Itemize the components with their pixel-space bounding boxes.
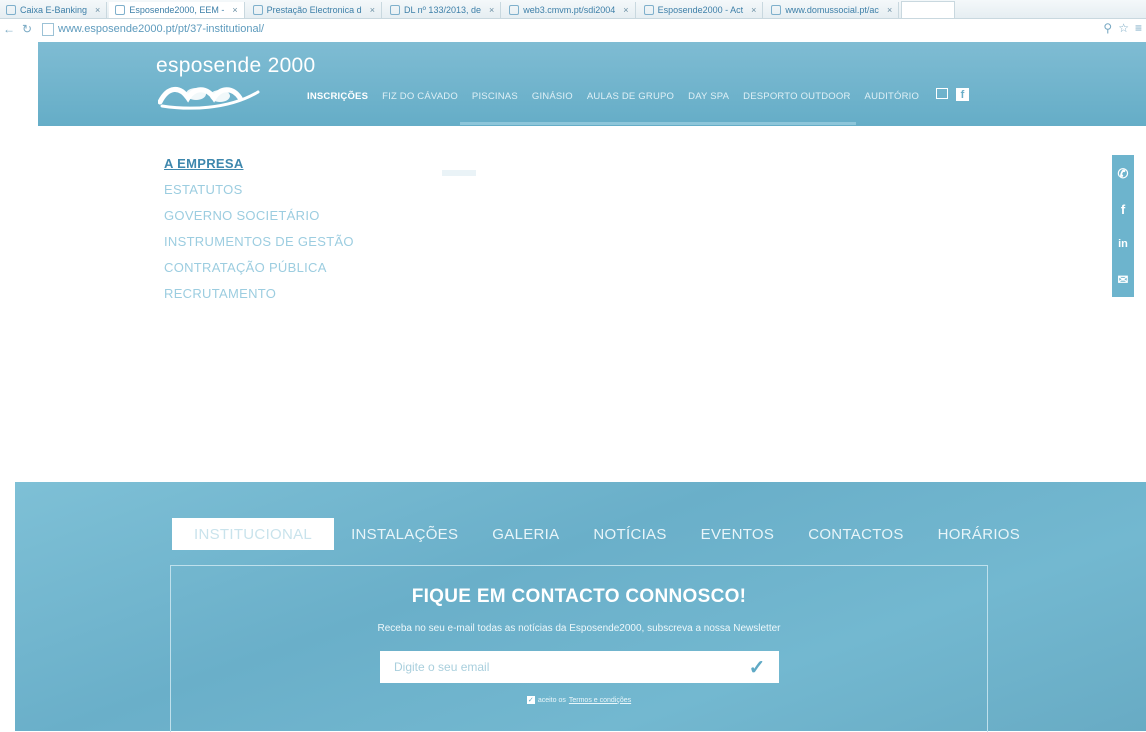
footer-tab[interactable]: NOTÍCIAS (576, 518, 683, 550)
main-nav: INSCRIÇÕES FIZ DO CÁVADO PISCINAS GINÁSIO AU… (300, 91, 926, 102)
close-icon[interactable]: × (232, 5, 237, 15)
favicon-icon (6, 5, 16, 15)
nav-item[interactable]: INSCRIÇÕES (300, 91, 375, 102)
browser-tab-label: web3.cmvm.pt/sdi2004 (523, 5, 616, 15)
menu-icon[interactable]: ≡ (1135, 21, 1142, 35)
nav-item[interactable]: PISCINAS (465, 91, 525, 102)
nav-item[interactable]: AULAS DE GRUPO (580, 91, 681, 102)
browser-tab-label: DL nº 133/2013, de (403, 5, 481, 15)
close-icon[interactable]: × (751, 5, 756, 15)
address-bar: ← ↻ www.esposende2000.pt/pt/37-instituti… (0, 19, 1146, 39)
footer-tab[interactable]: INSTITUCIONAL (172, 518, 335, 550)
nav-item[interactable]: GINÁSIO (525, 91, 580, 102)
submenu-item[interactable]: CONTRATAÇÃO PÚBLICA (164, 260, 354, 275)
browser-tab[interactable]: Prestação Electronica d × (247, 2, 382, 18)
browser-tab[interactable]: Esposende2000, EEM - × (109, 2, 245, 18)
newsletter-subtitle: Receba no seu e-mail todas as notícias d… (377, 623, 781, 634)
browser-tab-strip: Caixa E-Banking × Esposende2000, EEM - × Pre… (0, 0, 1146, 19)
favicon-icon (389, 5, 400, 15)
newsletter-box: FIQUE EM CONTACTO CONNOSCO! Receba no se… (170, 565, 988, 732)
site-logo-text[interactable]: esposende 2000 (156, 54, 316, 78)
browser-tab[interactable]: Caixa E-Banking × (0, 2, 108, 18)
favicon-icon (771, 5, 782, 15)
reload-icon[interactable]: ↻ (18, 22, 36, 36)
email-icon[interactable] (936, 88, 948, 99)
bookmark-star-icon[interactable]: ☆ (1118, 21, 1129, 35)
linkedin-icon[interactable]: in (1118, 238, 1128, 250)
submenu-item[interactable]: GOVERNO SOCIETÁRIO (164, 208, 354, 223)
site-header: esposende 2000 INSCRIÇÕES FIZ DO CÁVADO PI… (38, 42, 1146, 126)
header-divider (460, 122, 856, 125)
nav-item[interactable]: FIZ DO CÁVADO (375, 91, 465, 102)
favicon-icon (509, 5, 520, 15)
submenu-item[interactable]: RECRUTAMENTO (164, 286, 354, 301)
footer-tab[interactable]: EVENTOS (684, 518, 792, 550)
browser-tab-label: Esposende2000, EEM - (129, 5, 225, 15)
close-icon[interactable]: × (887, 5, 892, 15)
checkmark-submit-icon[interactable]: ✓ (735, 651, 779, 683)
footer-tabs: INSTITUCIONAL INSTALAÇÕES GALERIA NOTÍCIAS E… (172, 518, 1037, 550)
browser-tab-label: Caixa E-Banking (20, 5, 88, 15)
institutional-submenu: A EMPRESA ESTATUTOS GOVERNO SOCIETÁRIO INST… (164, 156, 354, 312)
footer-tab[interactable]: CONTACTOS (791, 518, 920, 550)
close-icon[interactable]: × (623, 5, 628, 15)
nav-item[interactable]: DESPORTO OUTDOOR (736, 91, 857, 102)
nav-item[interactable]: DAY SPA (681, 91, 736, 102)
favicon-icon (252, 5, 263, 15)
facebook-icon[interactable]: f (956, 88, 969, 101)
email-icon[interactable]: ✉ (1118, 273, 1129, 286)
favicon-icon (643, 5, 654, 15)
browser-tab[interactable]: DL nº 133/2013, de × (384, 2, 502, 18)
footer-tab[interactable]: GALERIA (475, 518, 576, 550)
facebook-icon[interactable]: f (1121, 203, 1125, 216)
content-title-placeholder (442, 170, 476, 176)
newsletter-title: FIQUE EM CONTACTO CONNOSCO! (411, 586, 747, 607)
submenu-item[interactable]: A EMPRESA (164, 156, 354, 171)
favicon-icon (115, 5, 126, 15)
close-icon[interactable]: × (95, 5, 100, 15)
zoom-icon[interactable]: ⚲ (1103, 21, 1112, 35)
browser-tab[interactable]: Esposende2000 - Act × (638, 2, 764, 18)
new-tab-button[interactable] (901, 1, 956, 18)
terms-link[interactable]: Termos e condições (569, 697, 631, 704)
social-sidebar: ✆ f in ✉ (1112, 155, 1134, 297)
browser-tab[interactable]: www.domussocial.pt/ac × (765, 2, 900, 18)
logo-waves-icon[interactable] (158, 80, 278, 110)
browser-tab-label: Esposende2000 - Act (657, 5, 744, 15)
close-icon[interactable]: × (370, 5, 375, 15)
newsletter-email-input[interactable] (380, 651, 735, 683)
footer-tab[interactable]: HORÁRIOS (921, 518, 1037, 550)
submenu-item[interactable]: INSTRUMENTOS DE GESTÃO (164, 234, 354, 249)
close-icon[interactable]: × (489, 5, 494, 15)
footer-tab[interactable]: INSTALAÇÕES (334, 518, 475, 550)
newsletter-form: ✓ (380, 651, 779, 683)
browser-tab[interactable]: web3.cmvm.pt/sdi2004 × (503, 2, 636, 18)
terms-prefix: aceito os (537, 696, 566, 704)
submenu-item[interactable]: ESTATUTOS (164, 182, 354, 197)
page-icon (42, 22, 54, 36)
phone-icon[interactable]: ✆ (1118, 167, 1129, 180)
terms-row: ✓ aceito os Termos e condições (171, 696, 987, 704)
nav-item[interactable]: AUDITÓRIO (858, 91, 927, 102)
browser-tab-label: Prestação Electronica d (266, 5, 362, 15)
browser-tab-label: www.domussocial.pt/ac (785, 5, 879, 15)
site-footer: INSTITUCIONAL INSTALAÇÕES GALERIA NOTÍCIAS E… (15, 482, 1146, 732)
back-icon[interactable]: ← (0, 22, 18, 36)
terms-checkbox[interactable]: ✓ (526, 696, 535, 704)
url-field[interactable]: www.esposende2000.pt/pt/37-institutional… (58, 23, 264, 35)
